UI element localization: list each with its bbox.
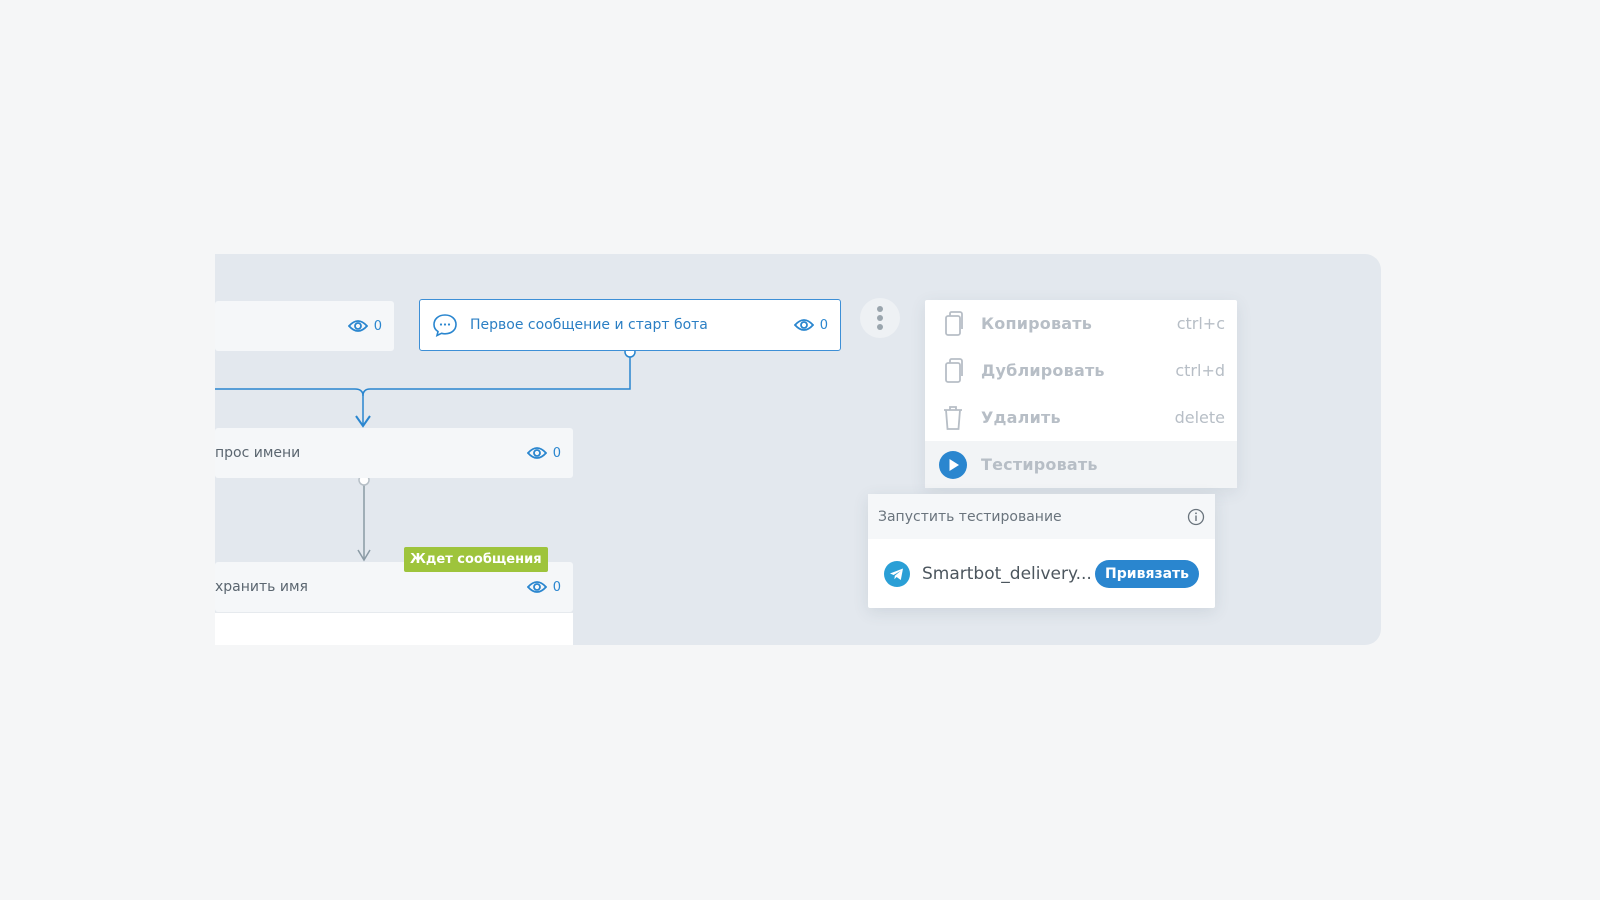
eye-icon	[526, 447, 547, 459]
views-count: 0	[819, 317, 828, 333]
node-views: 0	[347, 318, 382, 334]
bind-button[interactable]: Привязать	[1095, 559, 1199, 588]
more-vertical-icon	[877, 306, 883, 330]
menu-item-test[interactable]: Тестировать	[925, 441, 1237, 488]
eye-icon	[793, 319, 814, 331]
waiting-message-badge: Ждет сообщения	[404, 547, 548, 572]
node-views: 0	[793, 317, 828, 333]
test-panel-header: Запустить тестирование	[868, 494, 1215, 539]
menu-item-duplicate[interactable]: Дублировать ctrl+d	[925, 347, 1237, 394]
flow-node-save-name-body	[215, 612, 573, 645]
menu-item-label: Тестировать	[981, 455, 1098, 474]
test-panel-title: Запустить тестирование	[878, 508, 1062, 525]
node-title: прос имени	[215, 445, 301, 461]
views-count: 0	[373, 318, 382, 334]
views-count: 0	[552, 445, 561, 461]
telegram-icon	[884, 560, 910, 587]
menu-item-label: Копировать	[981, 314, 1093, 333]
flow-node-name-request[interactable]: прос имени 0	[215, 428, 573, 478]
menu-item-label: Дублировать	[981, 361, 1105, 380]
connector-left-to-name	[215, 388, 364, 397]
info-icon[interactable]	[1187, 508, 1205, 526]
node-more-button[interactable]	[860, 298, 900, 338]
flow-node-left[interactable]: 0	[215, 301, 394, 351]
chat-bubble-icon	[432, 313, 458, 337]
menu-item-shortcut: delete	[1174, 408, 1225, 427]
menu-item-copy[interactable]: Копировать ctrl+c	[925, 300, 1237, 347]
play-icon	[937, 449, 969, 481]
bot-name: Smartbot_delivery...	[922, 563, 1092, 584]
connector-first-to-name	[362, 352, 631, 424]
trash-icon	[937, 402, 969, 434]
menu-item-shortcut: ctrl+d	[1175, 361, 1225, 380]
copy-icon	[937, 308, 969, 340]
duplicate-icon	[937, 355, 969, 387]
menu-item-delete[interactable]: Удалить delete	[925, 394, 1237, 441]
node-title: хранить имя	[215, 579, 308, 595]
eye-icon	[347, 320, 368, 332]
node-title: Первое сообщение и старт бота	[470, 317, 708, 333]
menu-item-label: Удалить	[981, 408, 1061, 427]
node-views: 0	[526, 579, 561, 595]
node-views: 0	[526, 445, 561, 461]
test-bot-row: Smartbot_delivery... Привязать	[868, 539, 1215, 608]
flow-node-first-message[interactable]: Первое сообщение и старт бота 0	[419, 299, 841, 351]
test-launch-panel: Запустить тестирование Smartbot_delivery…	[868, 494, 1215, 608]
views-count: 0	[552, 579, 561, 595]
node-context-menu: Копировать ctrl+c Дублировать ctrl+d Уда…	[925, 300, 1237, 488]
menu-item-shortcut: ctrl+c	[1176, 314, 1225, 333]
eye-icon	[526, 581, 547, 593]
